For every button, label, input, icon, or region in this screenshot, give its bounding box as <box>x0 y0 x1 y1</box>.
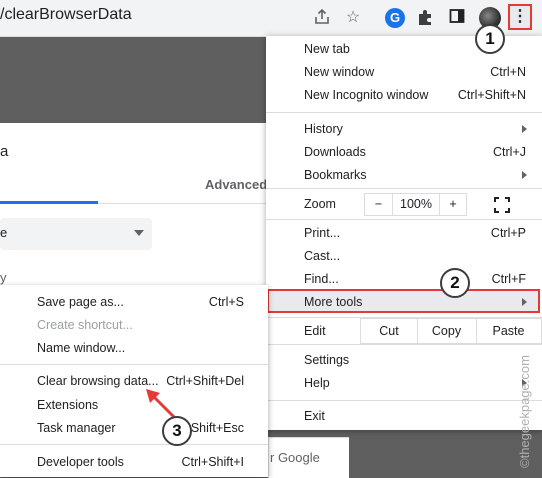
menu-item-cast[interactable]: Cast... <box>304 249 340 263</box>
submenu-item-save-page[interactable]: Save page as... <box>37 295 124 309</box>
save-page-shortcut: Ctrl+S <box>208 295 244 309</box>
menu-item-edit: Edit <box>304 324 326 338</box>
step-2-badge: 2 <box>440 268 470 298</box>
address-bar-url[interactable]: /clearBrowserData <box>0 6 132 24</box>
menu-item-new-incognito[interactable]: New Incognito window <box>304 88 428 102</box>
time-range-value: e <box>0 225 8 240</box>
new-window-shortcut: Ctrl+N <box>490 65 526 79</box>
zoom-level: 100% <box>392 193 440 216</box>
menu-divider <box>266 112 542 113</box>
submenu-arrow-icon <box>522 125 527 133</box>
submenu-item-developer-tools[interactable]: Developer tools <box>37 455 124 469</box>
menu-divider <box>266 344 542 345</box>
profile-g-icon[interactable]: G <box>385 8 405 28</box>
time-range-select[interactable] <box>0 218 152 250</box>
svg-text:©thegeekpage.com: ©thegeekpage.com <box>517 355 532 468</box>
menu-item-downloads[interactable]: Downloads <box>304 145 366 159</box>
print-shortcut: Ctrl+P <box>490 226 526 240</box>
new-incognito-shortcut: Ctrl+Shift+N <box>457 88 526 102</box>
downloads-shortcut: Ctrl+J <box>493 145 526 159</box>
menu-divider <box>266 400 542 401</box>
menu-item-find[interactable]: Find... <box>304 272 339 286</box>
fullscreen-icon[interactable] <box>493 196 511 214</box>
menu-item-zoom: Zoom <box>304 197 336 211</box>
menu-divider <box>266 219 542 220</box>
option-label-fragment: y <box>0 270 7 285</box>
page-header-area <box>0 37 268 123</box>
menu-item-exit[interactable]: Exit <box>304 409 325 423</box>
submenu-divider <box>0 364 268 365</box>
submenu-item-name-window[interactable]: Name window... <box>37 341 125 355</box>
submenu-item-extensions[interactable]: Extensions <box>37 398 98 412</box>
zoom-in-button[interactable]: + <box>439 193 467 216</box>
menu-item-settings[interactable]: Settings <box>304 353 349 367</box>
share-icon[interactable] <box>312 8 332 28</box>
menu-item-bookmarks[interactable]: Bookmarks <box>304 168 367 182</box>
caret-down-icon <box>134 230 144 236</box>
zoom-out-button[interactable]: − <box>364 193 393 216</box>
submenu-item-create-shortcut: Create shortcut... <box>37 318 133 332</box>
tab-basic-indicator <box>0 201 98 204</box>
dialog-title-fragment: a <box>0 143 9 160</box>
menu-item-new-window[interactable]: New window <box>304 65 374 79</box>
find-shortcut: Ctrl+F <box>491 272 526 286</box>
menu-item-more-tools[interactable]: More tools <box>304 295 362 309</box>
tab-advanced[interactable]: Advanced <box>205 177 267 192</box>
star-icon[interactable]: ☆ <box>343 8 363 28</box>
cut-button[interactable]: Cut <box>360 318 418 344</box>
google-text-fragment: r Google <box>270 450 320 465</box>
menu-item-print[interactable]: Print... <box>304 226 340 240</box>
menu-divider <box>266 188 542 189</box>
submenu-arrow-icon <box>522 171 527 179</box>
watermark: ©thegeekpage.com <box>517 355 532 468</box>
side-panel-icon[interactable] <box>447 8 467 28</box>
puzzle-icon[interactable] <box>415 8 435 28</box>
chrome-menu-button[interactable]: ⋮ <box>508 4 532 30</box>
submenu-item-task-manager[interactable]: Task manager <box>37 421 116 435</box>
developer-tools-shortcut: Ctrl+Shift+I <box>181 455 244 469</box>
submenu-divider <box>0 444 268 445</box>
step-3-badge: 3 <box>162 416 192 446</box>
menu-item-help[interactable]: Help <box>304 376 330 390</box>
menu-item-new-tab[interactable]: New tab <box>304 42 350 56</box>
step-1-badge: 1 <box>475 24 505 54</box>
copy-button[interactable]: Copy <box>417 318 477 344</box>
menu-item-history[interactable]: History <box>304 122 343 136</box>
